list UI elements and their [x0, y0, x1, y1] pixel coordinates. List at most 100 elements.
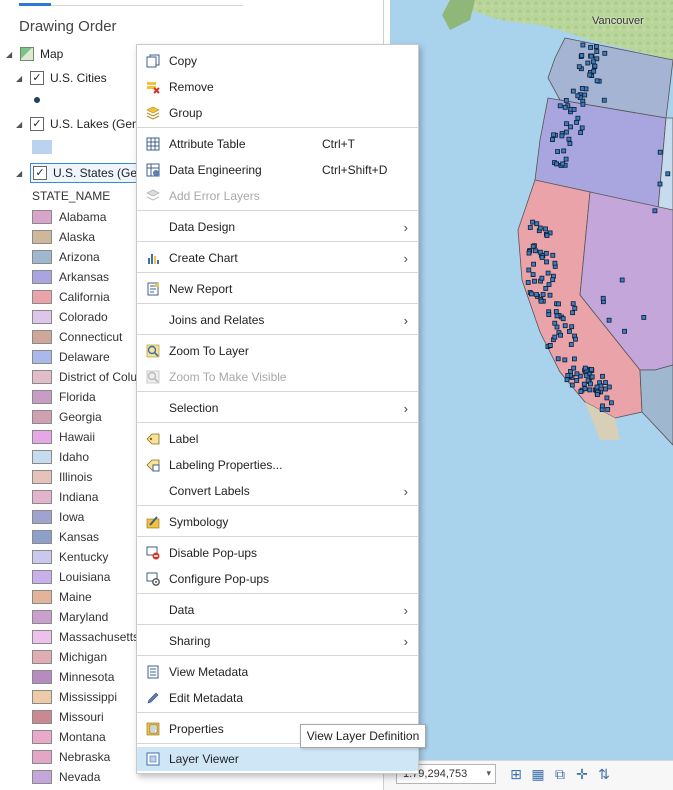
- state-swatch[interactable]: [32, 370, 52, 384]
- state-legend-row[interactable]: Maryland: [32, 607, 108, 627]
- north-arrow-icon[interactable]: ⇅: [596, 766, 612, 782]
- state-swatch[interactable]: [32, 530, 52, 544]
- state-legend-row[interactable]: Arizona: [32, 247, 100, 267]
- map-view[interactable]: [390, 0, 673, 760]
- state-swatch[interactable]: [32, 610, 52, 624]
- selected-layer-box[interactable]: ✓ U.S. States (Gene: [30, 163, 154, 183]
- layer-node-cities[interactable]: ◢ ✓ U.S. Cities: [16, 68, 107, 88]
- visibility-checkbox[interactable]: ✓: [30, 71, 44, 85]
- state-swatch[interactable]: [32, 250, 52, 264]
- state-legend-row[interactable]: Hawaii: [32, 427, 95, 447]
- state-legend-row[interactable]: Georgia: [32, 407, 102, 427]
- menu-item-symbology[interactable]: Symbology: [137, 510, 418, 534]
- state-legend-row[interactable]: Nebraska: [32, 747, 110, 767]
- menu-item-layer-viewer[interactable]: Layer Viewer: [137, 747, 418, 771]
- state-swatch[interactable]: [32, 310, 52, 324]
- state-legend-row[interactable]: Indiana: [32, 487, 98, 507]
- menu-item-disable-popups[interactable]: Disable Pop-ups: [137, 541, 418, 565]
- state-legend-row[interactable]: Mississippi: [32, 687, 117, 707]
- state-legend-row[interactable]: Nevada: [32, 767, 100, 787]
- state-legend-row[interactable]: Iowa: [32, 507, 84, 527]
- state-swatch[interactable]: [32, 430, 52, 444]
- menu-item-zoom-to-layer[interactable]: Zoom To Layer: [137, 339, 418, 363]
- collapse-triangle-icon[interactable]: ◢: [16, 120, 26, 129]
- state-legend-row[interactable]: Arkansas: [32, 267, 109, 287]
- menu-item-data-engineering[interactable]: Data Engineering Ctrl+Shift+D: [137, 158, 418, 182]
- state-legend-row[interactable]: California: [32, 287, 110, 307]
- state-swatch[interactable]: [32, 390, 52, 404]
- state-swatch[interactable]: [32, 450, 52, 464]
- state-legend-row[interactable]: Missouri: [32, 707, 104, 727]
- menu-item-copy[interactable]: Copy: [137, 49, 418, 73]
- state-swatch[interactable]: [32, 550, 52, 564]
- menu-item-new-report[interactable]: New Report: [137, 277, 418, 301]
- snapping-icon[interactable]: ⧉: [552, 766, 568, 782]
- state-legend-row[interactable]: Massachusetts: [32, 627, 139, 647]
- menu-item-edit-metadata[interactable]: Edit Metadata: [137, 686, 418, 710]
- grid-icon[interactable]: ▦: [530, 766, 546, 782]
- state-swatch[interactable]: [32, 570, 52, 584]
- state-swatch[interactable]: [32, 270, 52, 284]
- state-swatch[interactable]: [32, 590, 52, 604]
- state-legend-row[interactable]: Montana: [32, 727, 106, 747]
- state-swatch[interactable]: [32, 670, 52, 684]
- state-legend-row[interactable]: Michigan: [32, 647, 107, 667]
- collapse-triangle-icon[interactable]: ◢: [6, 50, 16, 59]
- state-legend-row[interactable]: Colorado: [32, 307, 108, 327]
- state-swatch[interactable]: [32, 470, 52, 484]
- map-canvas[interactable]: [390, 0, 673, 760]
- crosshair-icon[interactable]: ✛: [574, 766, 590, 782]
- state-legend-row[interactable]: Minnesota: [32, 667, 114, 687]
- state-swatch[interactable]: [32, 650, 52, 664]
- collapse-triangle-icon[interactable]: ◢: [16, 74, 26, 83]
- state-swatch[interactable]: [32, 350, 52, 364]
- menu-item-view-metadata[interactable]: View Metadata: [137, 660, 418, 684]
- chevron-down-icon[interactable]: ▾: [486, 768, 491, 779]
- state-swatch[interactable]: [32, 510, 52, 524]
- state-swatch[interactable]: [32, 770, 52, 784]
- menu-item-attribute-table[interactable]: Attribute Table Ctrl+T: [137, 132, 418, 156]
- menu-item-configure-popups[interactable]: Configure Pop-ups: [137, 567, 418, 591]
- state-swatch[interactable]: [32, 730, 52, 744]
- visibility-checkbox[interactable]: ✓: [30, 117, 44, 131]
- menu-item-data-design[interactable]: Data Design ›: [137, 215, 418, 239]
- state-swatch[interactable]: [32, 330, 52, 344]
- pane-tab-strip[interactable]: [19, 0, 243, 6]
- menu-item-labeling-properties[interactable]: Labeling Properties...: [137, 453, 418, 477]
- state-swatch[interactable]: [32, 290, 52, 304]
- state-legend-row[interactable]: District of Colu: [32, 367, 137, 387]
- menu-item-joins-relates[interactable]: Joins and Relates ›: [137, 308, 418, 332]
- state-swatch[interactable]: [32, 710, 52, 724]
- state-swatch[interactable]: [32, 750, 52, 764]
- state-legend-row[interactable]: Kentucky: [32, 547, 108, 567]
- state-legend-row[interactable]: Maine: [32, 587, 92, 607]
- map-node[interactable]: ◢ Map: [6, 44, 63, 64]
- state-legend-row[interactable]: Florida: [32, 387, 96, 407]
- menu-item-group[interactable]: Group: [137, 101, 418, 125]
- state-legend-row[interactable]: Illinois: [32, 467, 92, 487]
- state-swatch[interactable]: [32, 630, 52, 644]
- collapse-triangle-icon[interactable]: ◢: [16, 169, 26, 178]
- state-legend-row[interactable]: Idaho: [32, 447, 89, 467]
- menu-item-data[interactable]: Data ›: [137, 598, 418, 622]
- visibility-checkbox[interactable]: ✓: [33, 166, 47, 180]
- add-extent-icon[interactable]: ⊞: [508, 766, 524, 782]
- menu-item-label[interactable]: Label: [137, 427, 418, 451]
- state-swatch[interactable]: [32, 410, 52, 424]
- menu-item-create-chart[interactable]: Create Chart ›: [137, 246, 418, 270]
- menu-item-remove[interactable]: Remove: [137, 75, 418, 99]
- state-legend-row[interactable]: Connecticut: [32, 327, 122, 347]
- state-legend-row[interactable]: Alaska: [32, 227, 95, 247]
- layer-node-lakes[interactable]: ◢ ✓ U.S. Lakes (Gene: [16, 114, 145, 134]
- state-legend-row[interactable]: Kansas: [32, 527, 99, 547]
- menu-item-sharing[interactable]: Sharing ›: [137, 629, 418, 653]
- state-swatch[interactable]: [32, 230, 52, 244]
- state-legend-row[interactable]: Delaware: [32, 347, 110, 367]
- state-swatch[interactable]: [32, 690, 52, 704]
- state-legend-row[interactable]: Alabama: [32, 207, 106, 227]
- state-legend-row[interactable]: Louisiana: [32, 567, 110, 587]
- menu-item-convert-labels[interactable]: Convert Labels ›: [137, 479, 418, 503]
- state-swatch[interactable]: [32, 490, 52, 504]
- state-swatch[interactable]: [32, 210, 52, 224]
- layer-node-states[interactable]: ◢ ✓ U.S. States (Gene: [16, 163, 154, 183]
